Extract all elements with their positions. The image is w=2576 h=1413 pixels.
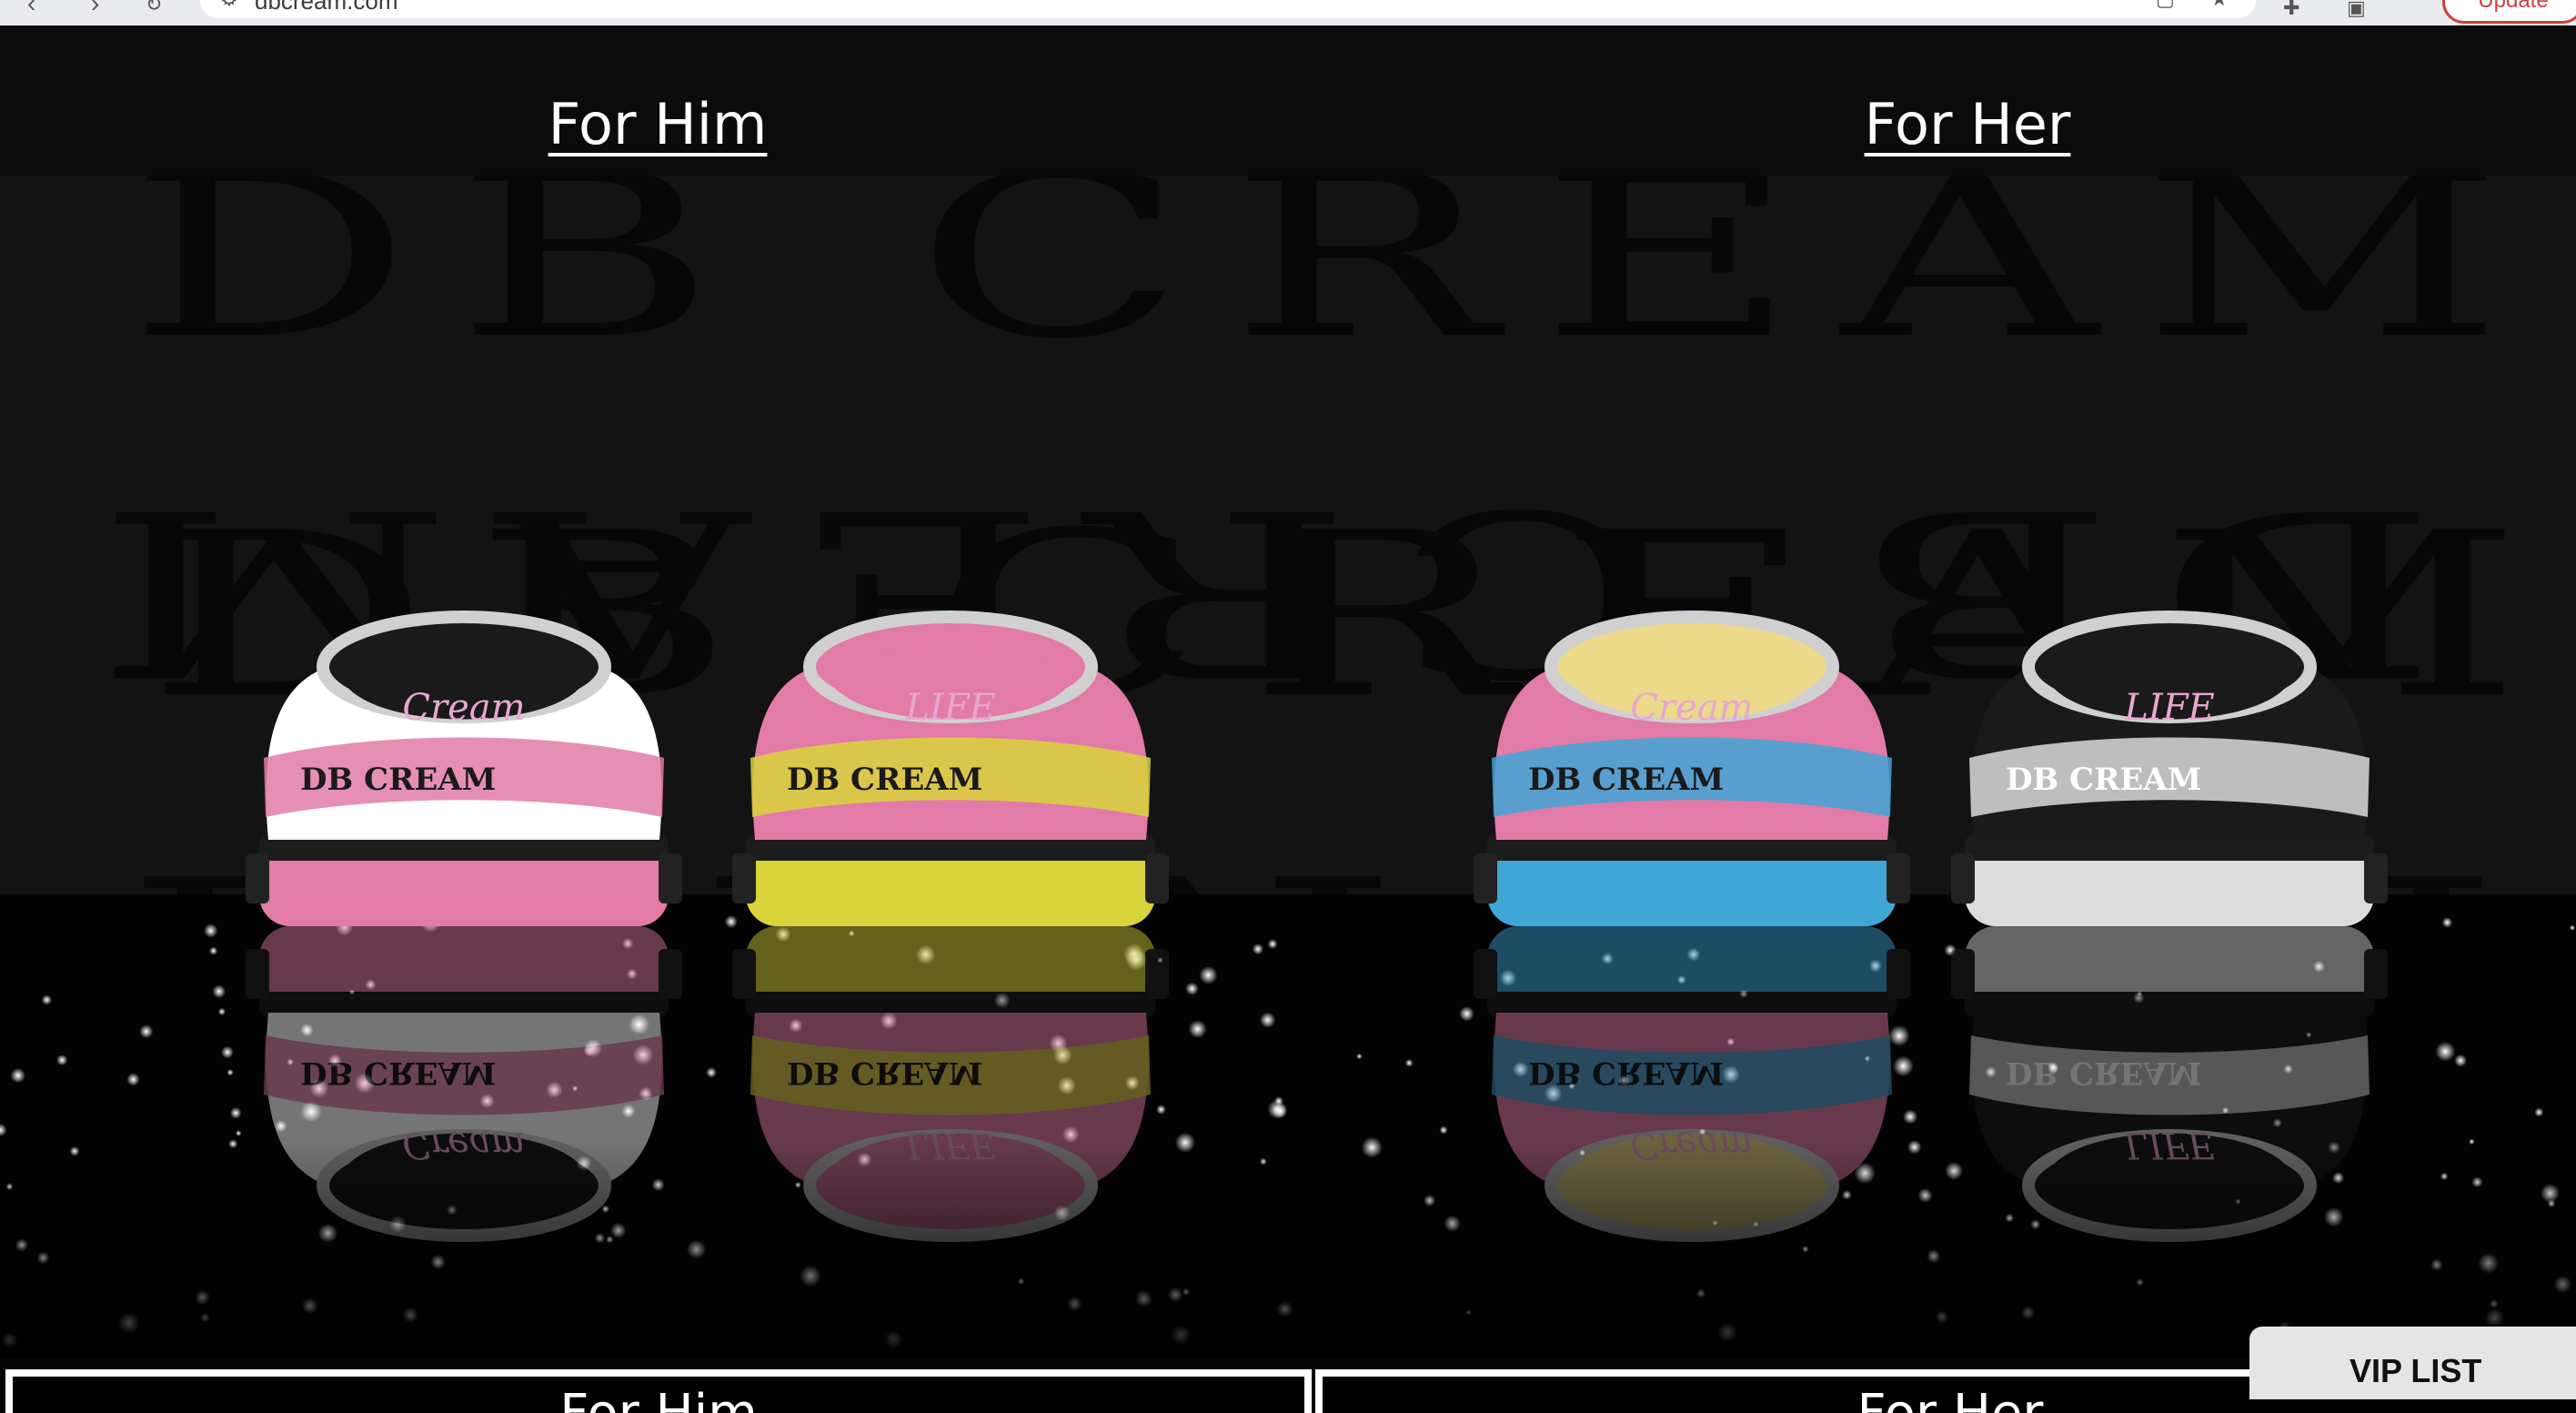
shoe-pattern-text: DB CREAM [300, 1055, 496, 1091]
vip-list-button[interactable]: VIP LIST [2249, 1327, 2576, 1399]
forward-arrow-icon[interactable]: › [91, 0, 99, 18]
shoe-pattern-text: DB CREAM [1528, 762, 1724, 798]
top-navigation: For Him For Her [0, 25, 2576, 176]
url-text: dbcream.com [255, 0, 398, 15]
shoe-tongue-text: LIFE [2123, 687, 2214, 729]
install-icon[interactable]: ▢ [2156, 0, 2175, 11]
category-tile-him[interactable]: For Him [5, 1369, 1312, 1413]
vip-list-label: VIP LIST [2350, 1352, 2482, 1389]
back-arrow-icon[interactable]: ‹ [27, 0, 35, 18]
nav-link-for-him[interactable]: For Him [548, 91, 768, 157]
hero-banner[interactable]: DB CREAM DB CREAM DB CREAM DB CREAM DB C… [0, 176, 2576, 1358]
shoe-tongue-text: Cream [402, 687, 525, 729]
browser-toolbar: ‹ › ↻ ⚙ dbcream.com ▢ ★ ✚ ▣ Update [0, 0, 2576, 25]
reload-icon[interactable]: ↻ [146, 0, 162, 16]
sidepanel-icon[interactable]: ▣ [2347, 0, 2366, 20]
hero-image: DB CREAM DB CREAM DB CREAM DB CREAM DB C… [0, 176, 2576, 1358]
shoe-tongue-text: Cream [1630, 687, 1753, 729]
update-button[interactable]: Update [2442, 0, 2576, 24]
address-bar[interactable]: ⚙ dbcream.com ▢ ★ [200, 0, 2256, 18]
shoe-pattern-text: DB CREAM [2006, 762, 2201, 798]
shoe-pattern-text: DB CREAM [1528, 1055, 1724, 1091]
shoe-tongue-text: LIFE [904, 687, 995, 729]
shoe-pattern-text: DB CREAM [2006, 1055, 2201, 1091]
site-info-icon[interactable]: ⚙ [220, 0, 238, 11]
wall-lettering-1: DB CREAM [127, 176, 2547, 389]
nav-link-for-her[interactable]: For Her [1865, 91, 2071, 157]
bookmark-star-icon[interactable]: ★ [2210, 0, 2229, 11]
shoe-pattern-text: DB CREAM [787, 762, 982, 798]
shoe-pattern-text: DB CREAM [787, 1055, 982, 1091]
shoe-pattern-text: DB CREAM [300, 762, 496, 798]
extensions-icon[interactable]: ✚ [2283, 0, 2299, 20]
